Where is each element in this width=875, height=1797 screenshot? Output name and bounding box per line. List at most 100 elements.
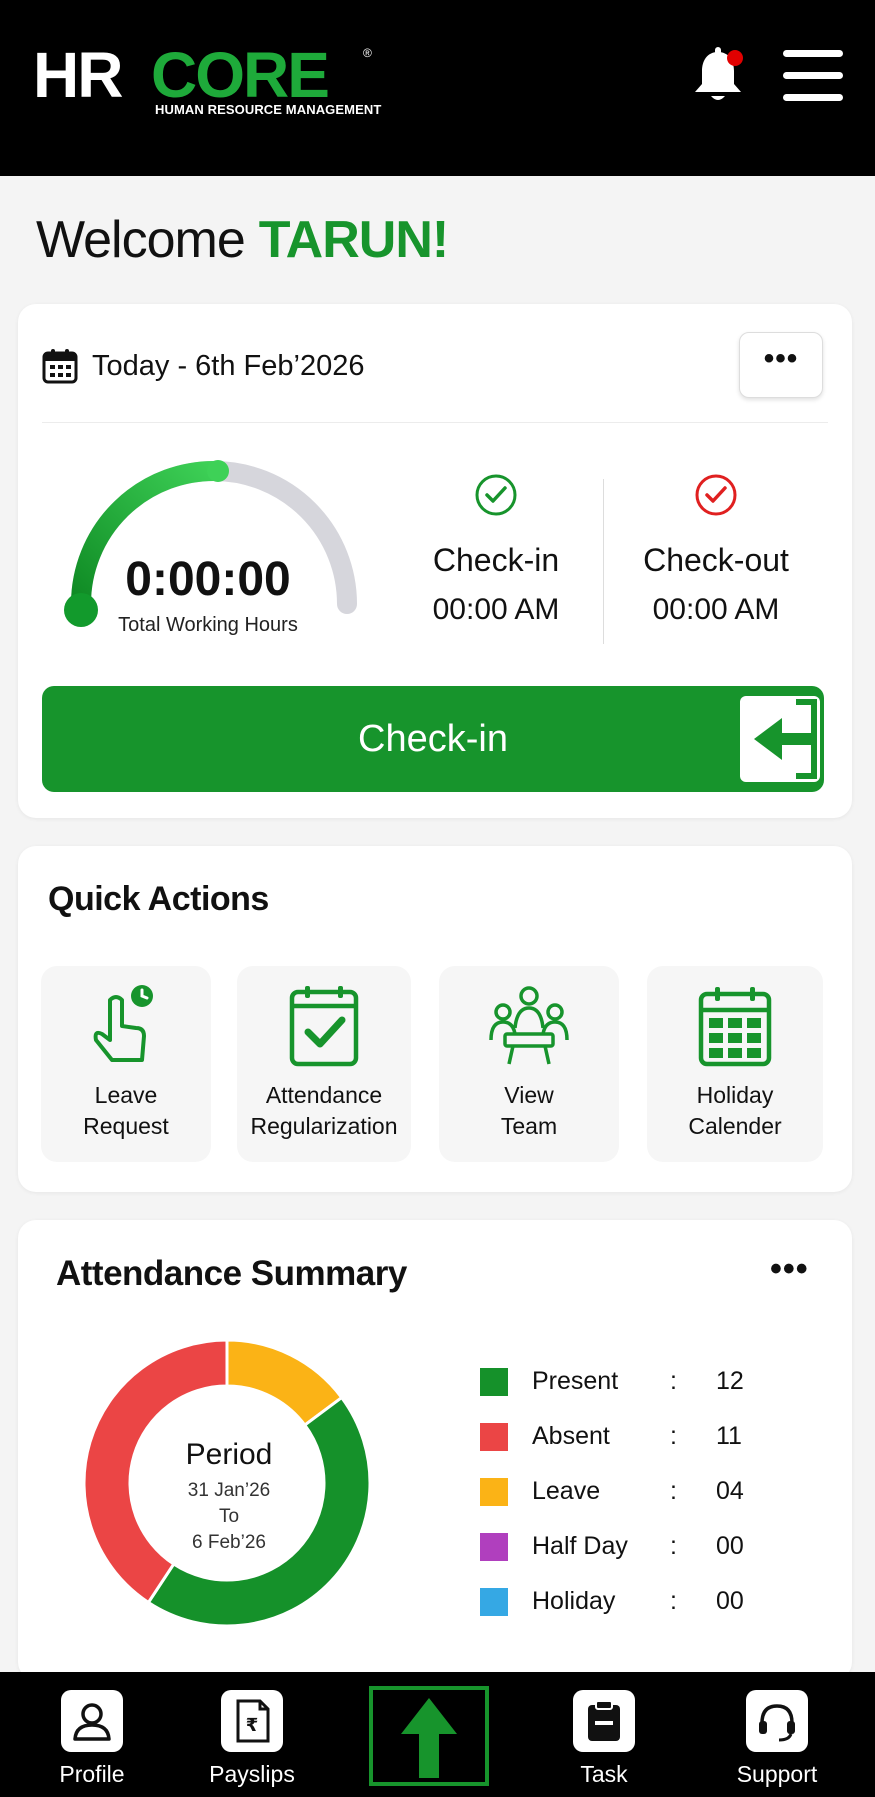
period-label: Period 31 Jan’26 To 6 Feb’26 (134, 1438, 324, 1556)
legend-swatch (480, 1532, 508, 1561)
legend-row-half-day: Half Day : 00 (480, 1519, 744, 1574)
checkout-check-icon (695, 474, 737, 516)
quick-action-label: Leave (94, 1082, 158, 1108)
today-more-button[interactable]: ••• (739, 332, 823, 398)
attendance-summary-card: Attendance Summary ••• Period 31 Jan’26 … (18, 1220, 852, 1680)
app-header: HR CORE ® HUMAN RESOURCE MANAGEMENT (0, 0, 875, 176)
today-date-row: Today - 6th Feb’2026 (42, 348, 364, 384)
card-divider (42, 422, 828, 423)
legend-colon: : (670, 1532, 677, 1560)
attendance-more-button[interactable]: ••• (770, 1250, 809, 1289)
attendance-summary-title: Attendance Summary (56, 1254, 407, 1293)
profile-icon (73, 1703, 111, 1741)
quick-action-label: Regularization (250, 1113, 398, 1139)
headset-icon (759, 1704, 795, 1742)
nav-payslips-label: Payslips (209, 1761, 295, 1787)
quick-action-label: View (504, 1082, 554, 1108)
nav-profile-label: Profile (59, 1761, 125, 1787)
legend-name: Half Day (532, 1532, 628, 1560)
welcome-greeting: Welcome (36, 211, 246, 269)
legend-value: 00 (716, 1532, 744, 1560)
period-title: Period (185, 1438, 273, 1471)
logo-registered: ® (363, 46, 372, 60)
checkin-label: Check-in (432, 542, 560, 578)
legend-value: 12 (716, 1367, 744, 1395)
checkin-stat: Check-in 00:00 AM (396, 472, 596, 627)
nav-support-label: Support (736, 1761, 818, 1787)
legend-value: 04 (716, 1477, 744, 1505)
quick-action-view-team[interactable]: View Team (439, 966, 619, 1162)
quick-action-label: Team (500, 1113, 558, 1139)
quick-action-attendance-regularization[interactable]: Attendance Regularization (237, 966, 411, 1162)
logo-hr: HR (33, 39, 123, 111)
quick-action-label: Request (83, 1113, 169, 1139)
quick-action-leave-request[interactable]: Leave Request (41, 966, 211, 1162)
checkin-button-label: Check-in (358, 718, 508, 760)
clipboard-icon (588, 1700, 620, 1741)
working-hours-label: Total Working Hours (118, 614, 298, 636)
legend-value: 11 (716, 1422, 742, 1450)
notification-bell-icon[interactable] (690, 46, 746, 106)
legend-name: Present (532, 1367, 619, 1395)
legend-swatch (480, 1367, 508, 1396)
quick-action-label: Holiday (696, 1082, 774, 1108)
holiday-calendar-icon (698, 987, 772, 1067)
legend-row-absent: Absent : 11 (480, 1409, 744, 1464)
legend-colon: : (670, 1367, 677, 1395)
notification-dot (727, 50, 743, 66)
welcome-name: TARUN! (258, 211, 449, 269)
logo-core: CORE (151, 39, 330, 111)
today-attendance-card: Today - 6th Feb’2026 ••• 0:00:00 Total W… (18, 304, 852, 818)
checkin-check-icon (475, 474, 517, 516)
attendance-legend: Present : 12 Absent : 11 Leave : 04 Half… (480, 1354, 744, 1629)
legend-row-present: Present : 12 (480, 1354, 744, 1409)
period-to-word: To (218, 1506, 240, 1527)
today-date: Today - 6th Feb’2026 (92, 349, 365, 382)
legend-row-leave: Leave : 04 (480, 1464, 744, 1519)
nav-task-label: Task (580, 1761, 628, 1787)
checkout-label: Check-out (643, 542, 789, 578)
quick-action-label: Attendance (265, 1082, 383, 1108)
working-hours-value: 0:00:00 (125, 553, 291, 606)
bottom-navigation: Profile ₹ Payslips Task Support (0, 1672, 875, 1797)
quick-actions-card: Quick Actions Leave Request Attendance R… (18, 846, 852, 1192)
legend-row-holiday: Holiday : 00 (480, 1574, 744, 1629)
nav-task[interactable]: Task (539, 1690, 669, 1788)
leave-request-icon (93, 985, 153, 1062)
legend-name: Holiday (532, 1587, 616, 1615)
legend-swatch (480, 1587, 508, 1616)
calendar-icon (42, 349, 78, 384)
hamburger-menu-icon[interactable] (783, 50, 843, 102)
stat-separator (603, 479, 604, 644)
logo-subtitle: HUMAN RESOURCE MANAGEMENT (155, 102, 382, 117)
quick-action-holiday-calendar[interactable]: Holiday Calender (647, 966, 823, 1162)
svg-text:₹: ₹ (246, 1715, 259, 1736)
quick-action-label: Calender (688, 1113, 782, 1139)
checkout-stat: Check-out 00:00 AM (616, 472, 816, 627)
checkout-time: 00:00 AM (652, 593, 780, 626)
legend-swatch (480, 1477, 508, 1506)
legend-colon: : (670, 1422, 677, 1450)
legend-colon: : (670, 1477, 677, 1505)
nav-upload-button[interactable] (369, 1686, 489, 1786)
nav-payslips[interactable]: ₹ Payslips (187, 1690, 317, 1788)
checkin-arrow-icon (740, 696, 820, 782)
attendance-regularization-icon (289, 986, 359, 1067)
payslip-icon: ₹ (236, 1699, 270, 1743)
hrcore-logo: HR CORE ® HUMAN RESOURCE MANAGEMENT (33, 40, 393, 120)
period-to: 6 Feb’26 (192, 1532, 266, 1553)
legend-swatch (480, 1422, 508, 1451)
legend-colon: : (670, 1587, 677, 1615)
legend-value: 00 (716, 1587, 744, 1615)
legend-name: Leave (532, 1477, 601, 1505)
nav-profile[interactable]: Profile (27, 1690, 157, 1788)
quick-actions-title: Quick Actions (48, 880, 269, 918)
nav-support[interactable]: Support (712, 1690, 842, 1788)
legend-name: Absent (532, 1422, 610, 1450)
welcome-heading: Welcome TARUN! (36, 210, 449, 270)
period-from: 31 Jan’26 (187, 1480, 271, 1501)
checkin-button[interactable]: Check-in (42, 686, 824, 792)
arrow-up-icon (401, 1698, 457, 1778)
team-icon (489, 986, 569, 1065)
checkin-time: 00:00 AM (432, 593, 560, 626)
